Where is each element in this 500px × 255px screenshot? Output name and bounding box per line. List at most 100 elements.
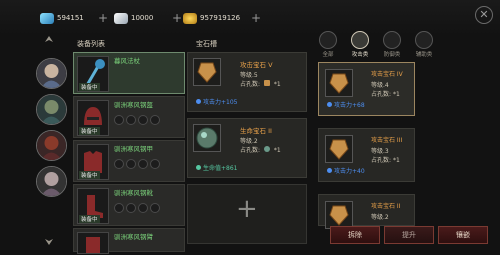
equip-list-title: 装备列表 (77, 40, 105, 48)
tab-attack[interactable]: 攻击类 (348, 31, 372, 58)
gem-stat: 生命值+861 (196, 163, 237, 172)
avatar-hero-1[interactable] (36, 58, 67, 89)
equipment-item[interactable]: 暮风法杖 装备中 (73, 52, 185, 94)
holes-label: 占孔数: (371, 91, 392, 98)
gem-name: 攻击宝石 III (371, 137, 403, 144)
avatar-hero-2[interactable] (36, 94, 67, 125)
tab-label: 防御类 (383, 52, 401, 58)
gem-slots-title: 宝石槽 (196, 40, 217, 48)
gem-stat: 攻击力+40 (327, 166, 365, 175)
attack-gem-icon (193, 58, 221, 86)
gem-slot-empty (138, 115, 148, 125)
holes-label: 占孔数: (371, 157, 392, 164)
gold-currency: 957919126 + (183, 10, 261, 26)
tab-label: 全部 (322, 52, 334, 58)
gem-level: 等级.2 (240, 138, 258, 145)
holes-count: *1 (273, 147, 281, 154)
gem-holes: 占孔数: *1 (240, 145, 281, 154)
gauntlet-icon (77, 232, 109, 254)
inventory-gem-card[interactable]: 攻击宝石 IV 等级.4 占孔数: *1 攻击力+68 (318, 62, 415, 116)
support-icon (415, 31, 433, 49)
equipment-item[interactable]: 驯洲寒风钢甲 装备中 (73, 140, 185, 182)
stat-dot-icon (327, 102, 332, 107)
add-blue-gem-button[interactable]: + (98, 11, 108, 25)
equipment-name: 驯洲寒风钢甲 (114, 145, 153, 153)
equipped-badge: 装备中 (79, 215, 100, 223)
all-icon (319, 31, 337, 49)
chevron-down-icon[interactable] (44, 236, 54, 246)
equipment-name: 驯洲寒风钢盔 (114, 101, 153, 109)
attack-gem-small-icon (263, 80, 270, 86)
attack-gem-icon (325, 201, 353, 229)
gem-slot-indicators (114, 159, 160, 169)
add-gold-button[interactable]: + (251, 11, 261, 25)
life-gem-small-icon (263, 146, 270, 152)
gem-stat-text: 攻击力+105 (203, 99, 238, 106)
tab-label: 攻击类 (351, 52, 369, 58)
gem-holes: 占孔数: *1 (240, 79, 281, 88)
gem-stat-text: 生命值+861 (203, 165, 238, 172)
holes-label: 占孔数: (240, 147, 261, 154)
equipment-name: 驯洲寒风钢靴 (114, 189, 153, 197)
upgrade-button[interactable]: 提升 (384, 226, 434, 244)
tab-defense[interactable]: 防御类 (380, 31, 404, 58)
equipment-item[interactable]: 驯洲寒风钢靴 装备中 (73, 184, 185, 226)
gem-level: 等级.2 (371, 214, 389, 221)
blue-gem-currency: 594151 + (40, 10, 108, 26)
empty-gem-slot[interactable]: + (187, 184, 307, 244)
gem-slot-card[interactable]: 攻击宝石 V 等级.5 占孔数: *1 攻击力+105 (187, 52, 307, 112)
gem-stat-text: 攻击力+40 (334, 168, 365, 175)
gem-slot-empty (126, 203, 136, 213)
equipment-name: 驯洲寒风钢臂 (114, 233, 153, 241)
gem-filter-tabs: 全部 攻击类 防御类 辅助类 (316, 31, 436, 58)
gem-slot-empty (150, 203, 160, 213)
gem-slot-empty (114, 159, 124, 169)
equipped-badge: 装备中 (79, 127, 100, 135)
add-gem-icon: + (236, 194, 258, 224)
holes-count: *1 (273, 81, 281, 88)
gem-slot-empty (150, 115, 160, 125)
equipment-item[interactable]: 驯洲寒风钢臂 (73, 228, 185, 254)
add-silver-gem-button[interactable]: + (172, 11, 182, 25)
blue-gem-amount: 594151 (57, 14, 84, 22)
avatar-hero-4[interactable] (36, 166, 67, 197)
gem-slot-empty (114, 203, 124, 213)
inlay-button[interactable]: 镶嵌 (438, 226, 488, 244)
gold-coins-icon (183, 12, 197, 24)
gem-stat: 攻击力+105 (196, 97, 237, 106)
chevron-up-icon[interactable] (44, 35, 54, 45)
gem-name: 攻击宝石 IV (371, 71, 403, 78)
close-icon: ✕ (479, 8, 489, 21)
gem-slot-empty (126, 115, 136, 125)
gem-name: 生命宝石 II (240, 127, 272, 135)
holes-label: 占孔数: (240, 81, 261, 88)
gem-holes: 占孔数: *1 (371, 89, 400, 98)
equipped-badge: 装备中 (79, 83, 100, 91)
attack-gem-icon (325, 69, 353, 97)
tab-label: 辅助类 (415, 52, 433, 58)
equipment-item[interactable]: 驯洲寒风钢盔 装备中 (73, 96, 185, 138)
holes-count: *1 (392, 157, 400, 164)
blue-gem-icon (40, 12, 54, 24)
gem-stat-text: 攻击力+68 (334, 102, 365, 109)
inventory-gem-card[interactable]: 攻击宝石 II 等级.2 (318, 194, 415, 229)
gem-slot-indicators (114, 115, 160, 125)
gem-name: 攻击宝石 II (371, 203, 401, 210)
gem-slot-empty (138, 159, 148, 169)
gem-stat: 攻击力+68 (327, 100, 365, 109)
gem-slot-empty (114, 115, 124, 125)
tab-all[interactable]: 全部 (316, 31, 340, 58)
gold-amount: 957919126 (200, 14, 241, 22)
gem-slot-indicators (114, 203, 160, 213)
gem-slot-empty (138, 203, 148, 213)
gem-level: 等级.5 (240, 72, 258, 79)
tab-support[interactable]: 辅助类 (412, 31, 436, 58)
holes-count: *1 (392, 91, 400, 98)
remove-button[interactable]: 拆除 (330, 226, 380, 244)
inventory-gem-card[interactable]: 攻击宝石 III 等级.3 占孔数: *1 攻击力+40 (318, 128, 415, 182)
close-button[interactable]: ✕ (475, 6, 493, 24)
gem-slot-card[interactable]: 生命宝石 II 等级.2 占孔数: *1 生命值+861 (187, 118, 307, 178)
gem-slot-empty (126, 159, 136, 169)
gem-slot-empty (150, 159, 160, 169)
avatar-hero-3[interactable] (36, 130, 67, 161)
